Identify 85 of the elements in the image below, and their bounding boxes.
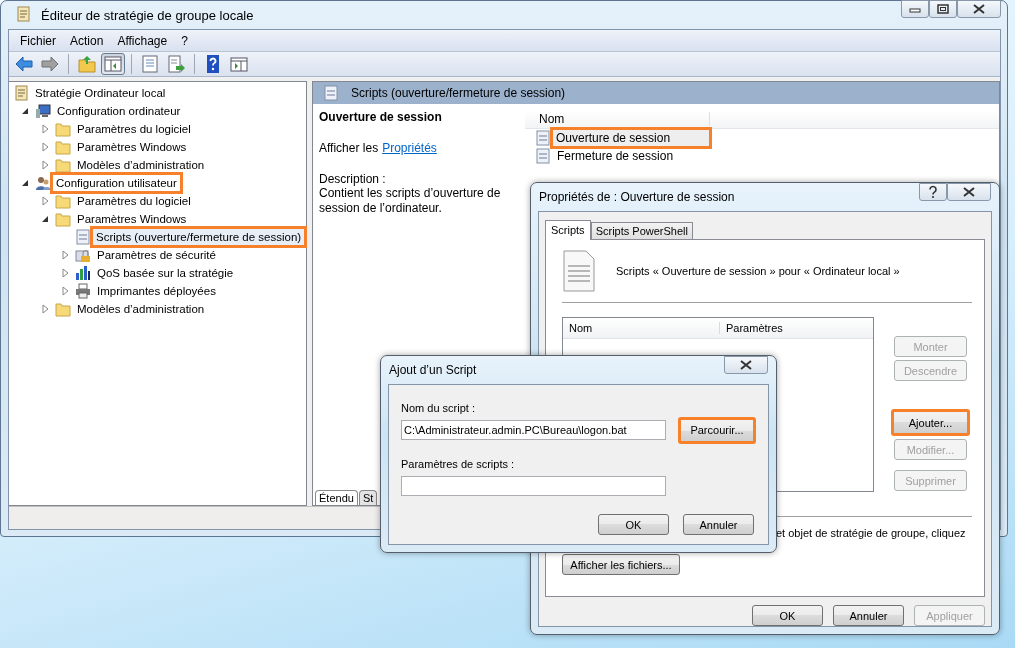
folder-icon <box>55 157 71 173</box>
tree-item[interactable]: Configuration utilisateur <box>50 172 183 194</box>
field-label: Nom du script : <box>401 402 476 414</box>
description-label: Description : <box>319 172 387 186</box>
properties-link[interactable]: Propriétés <box>382 141 437 155</box>
bar-chart-icon <box>75 265 91 281</box>
minimize-icon <box>909 5 921 13</box>
menu-item[interactable]: ? <box>174 33 195 48</box>
close-icon <box>739 360 753 370</box>
tree-item[interactable]: Paramètres Windows <box>74 139 190 155</box>
tree-item[interactable]: Paramètres de sécurité <box>94 247 219 263</box>
tree-item[interactable]: QoS basée sur la stratégie <box>94 265 237 281</box>
help-icon <box>928 185 938 199</box>
side-button[interactable]: Ajouter... <box>891 409 970 436</box>
tree-item[interactable]: Scripts (ouverture/fermeture de session) <box>90 226 308 248</box>
close-button[interactable] <box>724 356 768 374</box>
dialog-tab[interactable]: Scripts PowerShell <box>590 222 693 239</box>
dialog-button[interactable]: Annuler <box>683 514 754 535</box>
tree-item[interactable]: Paramètres du logiciel <box>74 121 194 137</box>
tree-item[interactable]: Paramètres Windows <box>74 211 190 227</box>
scripts-caption: Scripts « Ouverture de session » pour « Ordinateur local » <box>616 265 900 277</box>
column-header[interactable]: Paramètres <box>720 322 873 334</box>
close-button[interactable] <box>957 0 1001 18</box>
field-label: Paramètres de scripts : <box>401 458 516 470</box>
list-item[interactable]: Ouverture de session <box>550 127 712 149</box>
tree-item[interactable]: Paramètres du logiciel <box>74 193 194 209</box>
dialog-tab[interactable]: Scripts <box>545 220 591 240</box>
printer-icon <box>75 283 91 299</box>
toolbar-button[interactable] <box>75 53 99 75</box>
padlock-icon <box>75 247 91 263</box>
script-icon <box>75 229 91 245</box>
list-icon <box>140 54 160 74</box>
script-file-icon <box>562 250 596 292</box>
tree-item[interactable]: Modèles d’administration <box>74 301 208 317</box>
folder-icon <box>55 193 71 209</box>
menu-item[interactable]: Fichier <box>13 33 63 48</box>
panes-icon <box>103 54 123 74</box>
dialog-button[interactable]: Annuler <box>833 605 904 626</box>
scroll-icon <box>15 6 33 24</box>
script-icon <box>323 85 339 101</box>
link-prefix: Afficher les <box>319 141 379 155</box>
close-button[interactable] <box>947 183 991 201</box>
menu-item[interactable]: Action <box>63 33 111 48</box>
back-arrow-icon <box>14 54 34 74</box>
scroll-icon <box>13 85 29 101</box>
close-icon <box>972 4 986 14</box>
view-tab[interactable]: Étendu <box>315 490 358 505</box>
tree-item[interactable]: Modèles d’administration <box>74 157 208 173</box>
help-button[interactable] <box>919 183 947 201</box>
details-title: Scripts (ouverture/fermeture de session) <box>351 86 566 100</box>
folder-icon <box>55 139 71 155</box>
tree-item[interactable]: Configuration ordinateur <box>54 103 184 119</box>
description-text: Contient les scripts d’ouverture de session de l’ordinateur. <box>319 186 502 216</box>
column-header[interactable]: Nom <box>563 322 720 334</box>
menu-item[interactable]: Affichage <box>110 33 175 48</box>
computer-icon <box>35 103 51 119</box>
close-icon <box>962 187 976 197</box>
dialog-button[interactable]: OK <box>752 605 823 626</box>
view-tab[interactable]: St <box>358 490 378 505</box>
script-parameters-field[interactable] <box>401 476 666 496</box>
folder-icon <box>55 121 71 137</box>
pane-icon <box>229 54 249 74</box>
maximize-button[interactable] <box>929 0 957 18</box>
folder-icon <box>55 211 71 227</box>
show-files-button[interactable]: Afficher les fichiers... <box>562 554 680 575</box>
forward-arrow-icon <box>40 54 60 74</box>
item-heading: Ouverture de session <box>319 110 443 124</box>
note-text: et objet de stratégie de groupe, cliquez <box>775 527 967 539</box>
script-name-field[interactable]: C:\Administrateur.admin.PC\Bureau\logon.bat <box>401 420 666 440</box>
script-icon <box>535 148 551 164</box>
folder-icon <box>55 301 71 317</box>
maximize-icon <box>937 4 949 14</box>
script-icon <box>535 130 551 146</box>
tree-item[interactable]: Imprimantes déployées <box>94 283 219 299</box>
export-icon <box>166 54 186 74</box>
dialog-button[interactable]: OK <box>598 514 669 535</box>
toolbar-button[interactable] <box>101 53 125 75</box>
list-item[interactable]: Fermeture de session <box>554 148 710 164</box>
dialog-title: Propriétés de : Ouverture de session <box>539 190 735 204</box>
folder-icon <box>77 54 97 74</box>
users-icon <box>35 175 51 191</box>
browse-button[interactable]: Parcourir... <box>678 416 756 444</box>
window-title: Éditeur de stratégie de groupe locale <box>41 7 254 23</box>
tree-item[interactable]: Stratégie Ordinateur local <box>32 85 169 101</box>
dialog-title: Ajout d’un Script <box>389 363 477 377</box>
